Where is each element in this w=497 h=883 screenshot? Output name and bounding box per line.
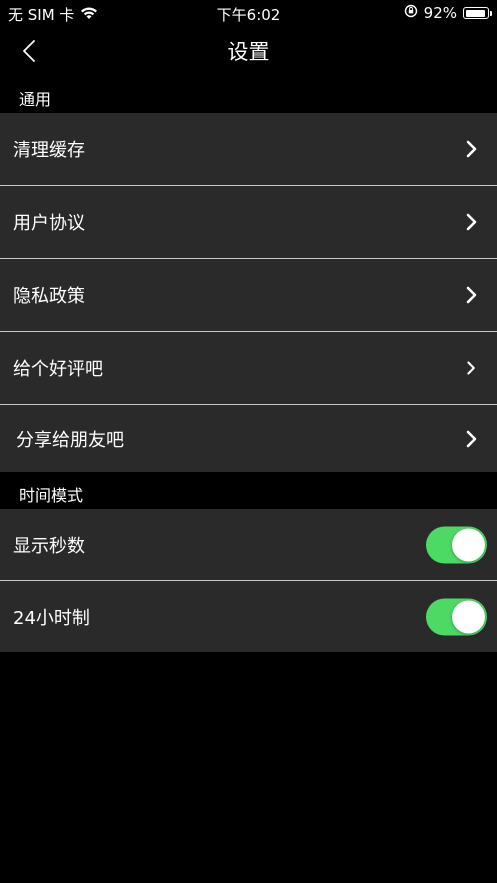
row-label: 显示秒数: [13, 535, 85, 557]
row-label: 清理缓存: [13, 140, 85, 161]
chevron-right-icon: [466, 430, 477, 447]
navigation-bar: 设置: [0, 26, 497, 76]
section-header-time-mode: 时间模式: [19, 486, 84, 505]
battery-percent: 92%: [423, 4, 457, 22]
row-label: 给个好评吧: [13, 359, 103, 380]
battery-icon: [463, 7, 492, 19]
page-title: 设置: [227, 40, 270, 64]
row-label: 隐私政策: [13, 286, 85, 307]
chevron-right-icon: [466, 213, 477, 231]
settings-row-clear-cache[interactable]: 清理缓存: [0, 113, 497, 185]
settings-row-24-hour: 24小时制: [0, 581, 497, 652]
status-bar: 无 SIM 卡 下午6:02 92%: [0, 0, 497, 26]
row-label: 分享给朋友吧: [16, 429, 124, 451]
settings-row-share-friends[interactable]: 分享给朋友吧: [0, 405, 497, 472]
toggle-knob: [452, 528, 485, 561]
row-label: 24小时制: [13, 607, 90, 629]
battery-fill: [465, 9, 485, 17]
24-hour-toggle[interactable]: [426, 598, 487, 635]
section-header-general: 通用: [19, 90, 52, 109]
chevron-right-icon: [466, 140, 477, 158]
settings-row-show-seconds: 显示秒数: [0, 509, 497, 580]
chevron-right-icon: [466, 286, 477, 304]
status-right: 92%: [404, 4, 492, 22]
settings-row-privacy-policy[interactable]: 隐私政策: [0, 259, 497, 331]
row-label: 用户协议: [13, 213, 85, 234]
settings-row-rate-app[interactable]: 给个好评吧: [0, 332, 497, 404]
chevron-right-icon: [467, 361, 475, 375]
show-seconds-toggle[interactable]: [426, 526, 487, 563]
toggle-knob: [452, 600, 485, 633]
settings-row-user-agreement[interactable]: 用户协议: [0, 186, 497, 258]
orientation-lock-icon: [404, 4, 418, 22]
